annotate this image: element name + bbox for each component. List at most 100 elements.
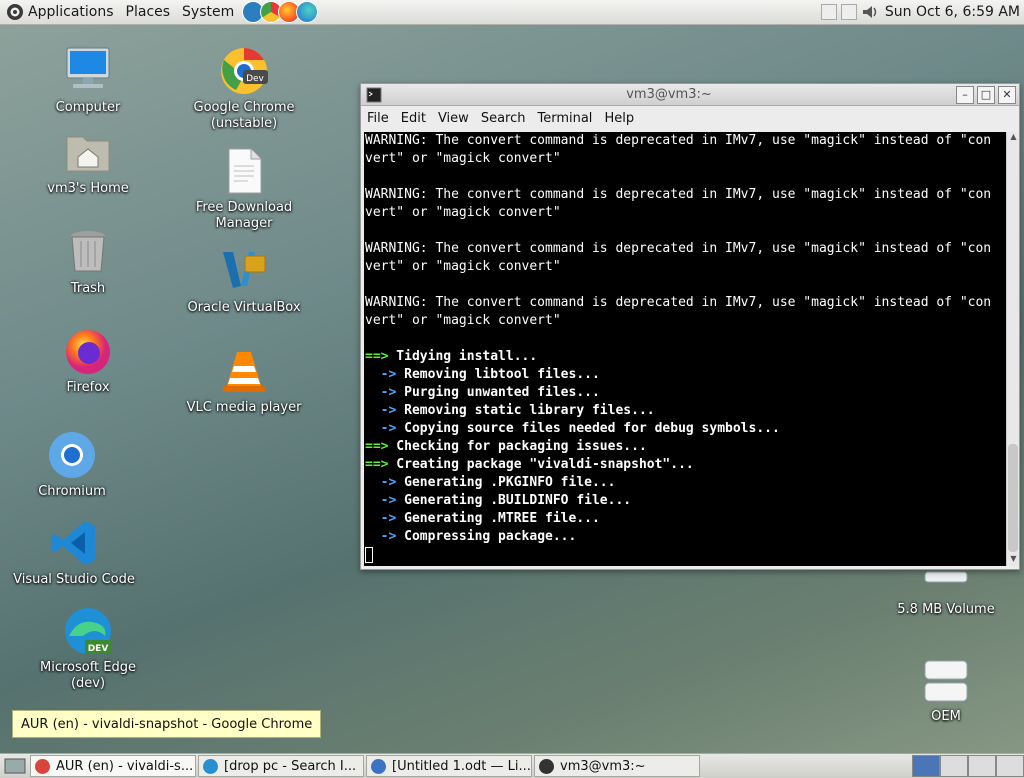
virtualbox-icon	[219, 246, 269, 296]
minimize-button[interactable]: –	[956, 85, 974, 104]
clock[interactable]: Sun Oct 6, 6:59 AM	[885, 4, 1020, 20]
desktop-icon-label: Microsoft Edge (dev)	[39, 660, 136, 691]
taskbar-button[interactable]: vm3@vm3:~	[534, 755, 700, 777]
edge-icon	[203, 758, 218, 774]
menu-view[interactable]: View	[432, 111, 475, 126]
places-label: Places	[125, 4, 171, 20]
maximize-button[interactable]: □	[977, 85, 995, 104]
taskbar-button[interactable]: [Untitled 1.odt — Li...	[366, 755, 532, 777]
vlc-icon	[219, 346, 269, 396]
desktop-icon-label: Free Download Manager	[195, 200, 293, 231]
workspace-1[interactable]	[912, 755, 940, 777]
desktop-icon-label: 5.8 MB Volume	[897, 602, 995, 617]
desktop-icon-vscode[interactable]: Visual Studio Code	[9, 518, 139, 588]
workspace-2[interactable]	[940, 755, 968, 777]
tray-applet-icon[interactable]	[820, 4, 837, 20]
system-menu[interactable]: System	[176, 0, 240, 25]
edge-dev-icon: DEV	[63, 606, 113, 656]
desktop-icon-home[interactable]: vm3's Home	[23, 127, 153, 197]
terminal-line-prefix: ->	[365, 421, 397, 436]
taskbar-button[interactable]: AUR (en) - vivaldi-s...	[30, 755, 196, 777]
desktop-icon-label: Visual Studio Code	[13, 572, 135, 587]
desktop-icon-computer[interactable]: Computer	[23, 46, 153, 116]
desktop-icon-trash[interactable]: Trash	[23, 227, 153, 297]
minimize-icon: –	[962, 88, 968, 101]
desktop-icon-label: Computer	[55, 100, 121, 115]
terminal-line: -> Removing libtool files...	[365, 366, 1006, 384]
terminal-scrollbar[interactable]: ▲ ▼	[1006, 132, 1019, 566]
desktop-icon-free-download-manager[interactable]: Free Download Manager	[179, 146, 309, 232]
workspace-4[interactable]	[996, 755, 1024, 777]
maximize-icon: □	[980, 88, 992, 101]
workspace-3[interactable]	[968, 755, 996, 777]
menu-edit[interactable]: Edit	[395, 111, 432, 126]
terminal-line: -> Generating .PKGINFO file...	[365, 474, 1006, 492]
close-icon: ✕	[1002, 88, 1012, 101]
terminal-line: -> Purging unwanted files...	[365, 384, 1006, 402]
menu-search[interactable]: Search	[475, 111, 532, 126]
svg-text:DEV: DEV	[88, 644, 109, 654]
terminal-line: ==> Creating package "vivaldi-snapshot".…	[365, 456, 1006, 474]
places-menu[interactable]: Places	[120, 0, 177, 25]
scroll-up-icon[interactable]: ▲	[1007, 132, 1020, 144]
desktop-icon-label: Trash	[70, 281, 106, 296]
desktop-icon-label: Google Chrome (unstable)	[193, 100, 295, 131]
terminal-line-text: Copying source files needed for debug sy…	[396, 421, 780, 436]
terminal-line: ==> Tidying install...	[365, 348, 1006, 366]
bottom-panel: AUR (en) - vivaldi-s... [drop pc - Search…	[0, 753, 1024, 778]
applications-menu[interactable]: Applications	[0, 0, 120, 25]
firefox-icon	[63, 326, 113, 376]
terminal-output[interactable]: WARNING: The convert command is deprecat…	[364, 132, 1006, 566]
terminal-line: WARNING: The convert command is deprecat…	[365, 186, 1006, 204]
terminal-icon	[539, 758, 554, 774]
desktop-icon-chromium[interactable]: Chromium	[7, 430, 137, 500]
terminal-line-prefix: ->	[365, 475, 397, 490]
terminal-line-text: WARNING: The convert command is deprecat…	[365, 295, 992, 310]
terminal-line-text: Removing static library files...	[396, 403, 655, 418]
volume-icon[interactable]	[861, 3, 879, 21]
workspace-switcher[interactable]	[912, 755, 1024, 777]
terminal-window[interactable]: vm3@vm3:~ – □ ✕ File Edit View Search Te…	[360, 83, 1020, 570]
desktop-icon-label: VLC media player	[186, 400, 302, 415]
terminal-line-prefix: ->	[365, 511, 397, 526]
close-button[interactable]: ✕	[998, 85, 1016, 104]
terminal-line-text: Purging unwanted files...	[396, 385, 600, 400]
taskbar-button-label: [Untitled 1.odt — Li...	[392, 758, 531, 774]
desktop-icon-label: Firefox	[66, 380, 110, 395]
desktop-icon-google-chrome-unstable[interactable]: Dev Google Chrome (unstable)	[179, 46, 309, 132]
scroll-thumb[interactable]	[1008, 444, 1018, 552]
menu-file[interactable]: File	[361, 111, 395, 126]
tray-applet-icon-2[interactable]	[840, 4, 857, 20]
scroll-down-icon[interactable]: ▼	[1007, 554, 1020, 566]
taskbar-button-label: [drop pc - Search I...	[224, 758, 357, 774]
terminal-line-text: Checking for packaging issues...	[388, 439, 647, 454]
top-panel: Applications Places System Sun Oct 6, 6:…	[0, 0, 1024, 25]
terminal-menubar: File Edit View Search Terminal Help	[361, 106, 1019, 130]
panel-launchers	[242, 1, 319, 23]
taskbar-button[interactable]: [drop pc - Search I...	[198, 755, 364, 777]
terminal-line: -> Removing static library files...	[365, 402, 1006, 420]
terminal-line-text: Generating .PKGINFO file...	[396, 475, 616, 490]
desktop-icon-firefox[interactable]: Firefox	[23, 326, 153, 396]
writer-icon	[371, 758, 386, 774]
desktop-icon-oracle-virtualbox[interactable]: Oracle VirtualBox	[179, 246, 309, 316]
terminal-line-text: vert" or "magick convert"	[365, 313, 561, 328]
desktop-icon-oem[interactable]: OEM	[881, 655, 1011, 725]
terminal-line-prefix: ->	[365, 403, 397, 418]
applications-label: Applications	[28, 4, 114, 20]
desktop-icon-edge-dev[interactable]: DEV Microsoft Edge (dev)	[23, 606, 153, 692]
edge-dev-launcher-icon[interactable]	[296, 1, 319, 23]
svg-text:Dev: Dev	[246, 74, 264, 84]
taskbar-button-label: vm3@vm3:~	[560, 758, 646, 774]
show-desktop-icon[interactable]	[2, 755, 28, 777]
desktop-icon-vlc[interactable]: VLC media player	[179, 346, 309, 416]
terminal-line-prefix: ==>	[365, 439, 389, 454]
terminal-cursor-line	[365, 546, 1006, 564]
menu-help[interactable]: Help	[598, 111, 640, 126]
desktop-icon-label: Oracle VirtualBox	[187, 300, 301, 315]
terminal-titlebar[interactable]: vm3@vm3:~ – □ ✕	[361, 84, 1019, 106]
desktop-icon-label: Chromium	[38, 484, 106, 499]
menu-terminal[interactable]: Terminal	[531, 111, 598, 126]
